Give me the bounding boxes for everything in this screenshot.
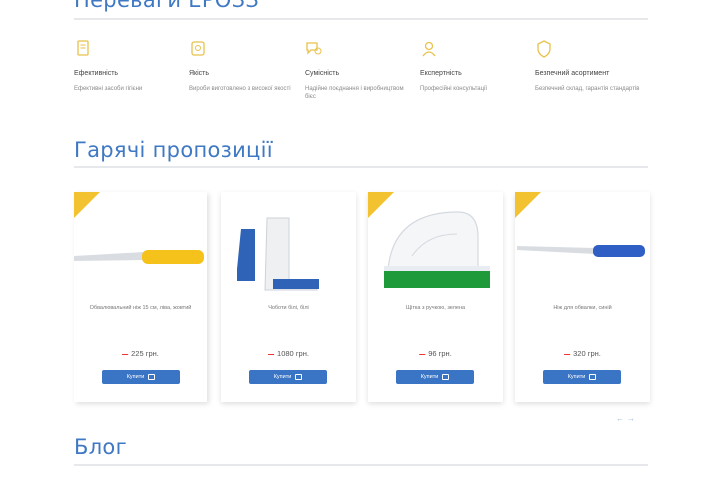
- old-price: —: [122, 352, 129, 358]
- quality-icon: [191, 41, 205, 56]
- buy-button[interactable]: Купити: [543, 370, 621, 384]
- product-card[interactable]: Щітка з ручкою, зелена —96 грн. Купити: [368, 192, 503, 402]
- price: 225 грн.: [131, 349, 159, 358]
- advantages-divider: [74, 18, 648, 20]
- buy-button[interactable]: Купити: [249, 370, 327, 384]
- shield-icon: [537, 40, 551, 58]
- cart-icon: [295, 373, 303, 380]
- price: 96 грн.: [428, 349, 452, 358]
- product-card[interactable]: Ніж для обвалки, синій —320 грн. Купити: [515, 192, 650, 402]
- advantage-desc: Вироби виготовлено з високої якості: [189, 86, 291, 92]
- advantage-desc: Професійні консультації: [420, 86, 488, 92]
- arrow-right-icon[interactable]: →: [627, 414, 638, 423]
- advantage-title: Якість: [189, 70, 210, 77]
- advantage-item-4: Експертність Професійні консультації: [420, 40, 530, 93]
- product-name[interactable]: Щітка з ручкою, зелена: [378, 305, 493, 312]
- cart-icon: [589, 373, 597, 380]
- buy-button-label: Купити: [126, 374, 145, 380]
- old-price: —: [268, 352, 275, 358]
- product-image-yellow-knife[interactable]: [74, 204, 209, 299]
- buy-button-label: Купити: [567, 374, 586, 380]
- product-name[interactable]: Ніж для обвалки, синій: [525, 305, 640, 312]
- advantage-title: Сумісність: [305, 70, 340, 77]
- expert-icon: [422, 41, 436, 57]
- price-row: —96 грн.: [368, 349, 503, 358]
- price-row: —320 грн.: [515, 349, 650, 358]
- document-icon: [77, 40, 89, 56]
- advantages-title: Переваги ЕРОЗЗ: [74, 0, 260, 12]
- cart-icon: [148, 373, 156, 380]
- product-card[interactable]: Чоботи білі, білі —1080 грн. Купити: [221, 192, 356, 402]
- old-price: —: [564, 352, 571, 358]
- hot-offers-divider: [74, 166, 648, 168]
- advantage-title: Експертність: [420, 70, 462, 77]
- advantage-item-2: Якість Вироби виготовлено з високої якос…: [189, 40, 299, 93]
- price-row: —1080 грн.: [221, 349, 356, 358]
- buy-button-label: Купити: [420, 374, 439, 380]
- arrow-left-icon[interactable]: ←: [616, 414, 627, 423]
- advantage-desc: Безпечний склад, гарантія стандартів: [535, 86, 640, 92]
- old-price: —: [419, 352, 426, 358]
- product-card[interactable]: Обвалювальний ніж 15 см, ліва, жовтий —2…: [74, 192, 207, 402]
- hot-offers-title: Гарячі пропозиції: [74, 138, 273, 162]
- product-image-white-boots[interactable]: [221, 204, 356, 299]
- buy-button[interactable]: Купити: [102, 370, 180, 384]
- price-row: —225 грн.: [74, 349, 207, 358]
- price: 320 грн.: [573, 349, 601, 358]
- product-image-blue-knife[interactable]: [515, 204, 650, 299]
- buy-button[interactable]: Купити: [396, 370, 474, 384]
- blog-title: Блог: [74, 435, 127, 459]
- advantage-title: Ефективність: [74, 70, 119, 77]
- chat-icon: [306, 42, 322, 55]
- advantage-title: Безпечний асортимент: [535, 70, 610, 77]
- carousel-arrows: ←→: [616, 414, 638, 423]
- cart-icon: [442, 373, 450, 380]
- product-name[interactable]: Чоботи білі, білі: [231, 305, 346, 312]
- product-name[interactable]: Обвалювальний ніж 15 см, ліва, жовтий: [84, 305, 197, 312]
- blog-divider: [74, 464, 648, 466]
- advantage-item-1: Ефективність Ефективні засоби гігієни: [74, 40, 184, 93]
- buy-button-label: Купити: [273, 374, 292, 380]
- advantage-item-5: Безпечний асортимент Безпечний склад, га…: [535, 40, 645, 93]
- advantage-desc: Ефективні засоби гігієни: [74, 86, 143, 92]
- advantage-desc: Надійне поєднання і виробництвом бієс: [305, 86, 404, 100]
- price: 1080 грн.: [277, 349, 309, 358]
- product-image-scrub-brush[interactable]: [368, 204, 503, 299]
- advantage-item-3: Сумісність Надійне поєднання і виробницт…: [305, 40, 415, 101]
